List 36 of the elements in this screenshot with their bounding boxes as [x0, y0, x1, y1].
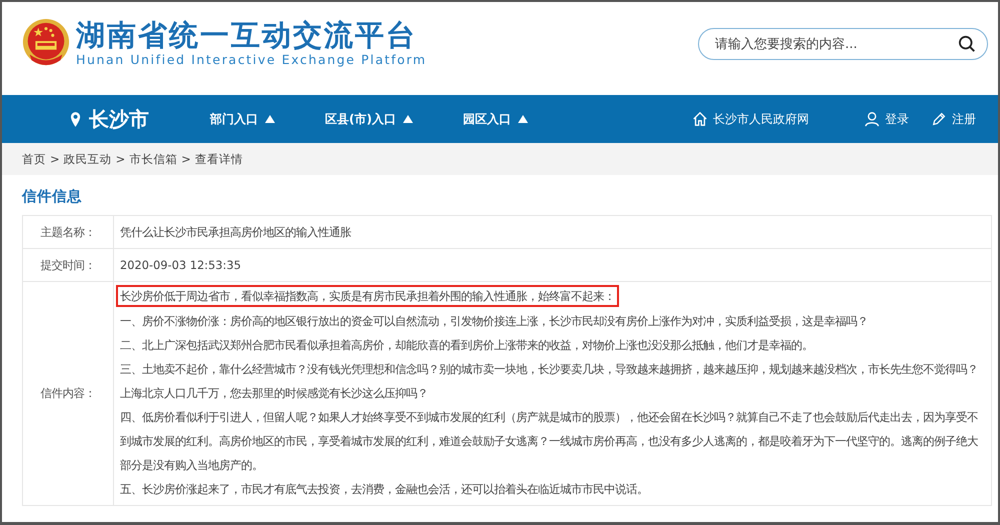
field-value: 凭什么让长沙市民承担高房价地区的输入性通胀: [114, 216, 992, 248]
caret-icon[interactable]: [265, 115, 275, 123]
field-label: 提交时间：: [22, 248, 114, 282]
nav-link[interactable]: 注册: [952, 110, 976, 128]
letter-paragraph: 一、房价不涨物价涨：房价高的地区银行放出的资金可以自然流动，引发物价接连上涨，长沙市民却没有房价上涨作为对冲，实质利益受损，这是幸福吗？: [120, 313, 869, 330]
letter-paragraph: 二、北上广深包括武汉郑州合肥市民看似承担着高房价，却能欣喜的看到房价上涨带来的收益，对物价上涨也没没那么抵触，他们才是幸福的。: [120, 337, 814, 354]
pencil-icon[interactable]: [931, 111, 947, 127]
letter-paragraph: 四、低房价看似利于引进人，但留人呢？如果人才始终享受不到城市发展的红利（房产就是城市的股票），他还会留在长沙吗？就算自己不走了也会鼓励后代走出去，因为享受不到城市发展的红利。高房价地区的市民，享受着城市发展的红利，难道会鼓励子女逃离？一线城市房价再高，也没有多少人逃离的，都是咬着牙为下一代坚守的。逃离的例子绝大部分是没有购入当地房产的。: [120, 409, 979, 474]
home-icon[interactable]: [692, 111, 708, 127]
breadcrumb-separator: >: [116, 152, 126, 166]
caret-icon[interactable]: [518, 115, 528, 123]
nav-menu-link[interactable]: 部门入口: [210, 110, 258, 128]
breadcrumb-link[interactable]: 政民互动: [64, 152, 112, 166]
field-label: 信件内容：: [22, 282, 114, 506]
field-label: 主题名称：: [22, 216, 114, 248]
letter-paragraph: 五、长沙房价涨起来了，市民才有底气去投资，去消费，金融也会活，还可以抬着头在临近城市市民中说话。: [120, 481, 649, 498]
user-icon[interactable]: [864, 111, 880, 127]
site-title: 湖南省统一互动交流平台: [76, 18, 418, 52]
nav-menu-link[interactable]: 区县(市)入口: [325, 110, 396, 128]
letter-paragraph: 长沙房价低于周边省市，看似幸福指数高，实质是有房市民承担着外围的输入性通胀，始终富不起来：: [116, 285, 619, 307]
letter-paragraph: 三、土地卖不起价，靠什么经营城市？没有钱光凭理想和信念吗？别的城市卖一块地，长沙要卖几块，导致越来越拥挤，越来越压抑，规划越来越没档次，市长先生您不觉得吗？上海北京人口几千万，您去那里的时候感觉有长沙这么压抑吗？: [120, 361, 979, 402]
search-icon[interactable]: [958, 35, 976, 53]
location-pin-icon: [70, 110, 81, 128]
field-value: 2020-09-03 12:53:35: [114, 248, 992, 282]
nav-link[interactable]: 登录: [885, 110, 909, 128]
breadcrumb-separator: >: [50, 152, 60, 166]
section-title: 信件信息: [22, 188, 83, 207]
breadcrumb-link[interactable]: 首页: [22, 152, 46, 166]
city-name: 长沙市: [89, 106, 149, 132]
site-subtitle: Hunan Unified Interactive Exchange Platform: [76, 52, 427, 68]
nav-link[interactable]: 长沙市人民政府网: [713, 110, 809, 128]
breadcrumb-separator: >: [181, 152, 191, 166]
search-field[interactable]: 请输入您要搜索的内容...: [698, 28, 988, 60]
nav-menu-link[interactable]: 园区入口: [462, 110, 511, 128]
caret-icon[interactable]: [402, 115, 413, 123]
breadcrumb-link[interactable]: 市长信箱: [129, 152, 178, 166]
